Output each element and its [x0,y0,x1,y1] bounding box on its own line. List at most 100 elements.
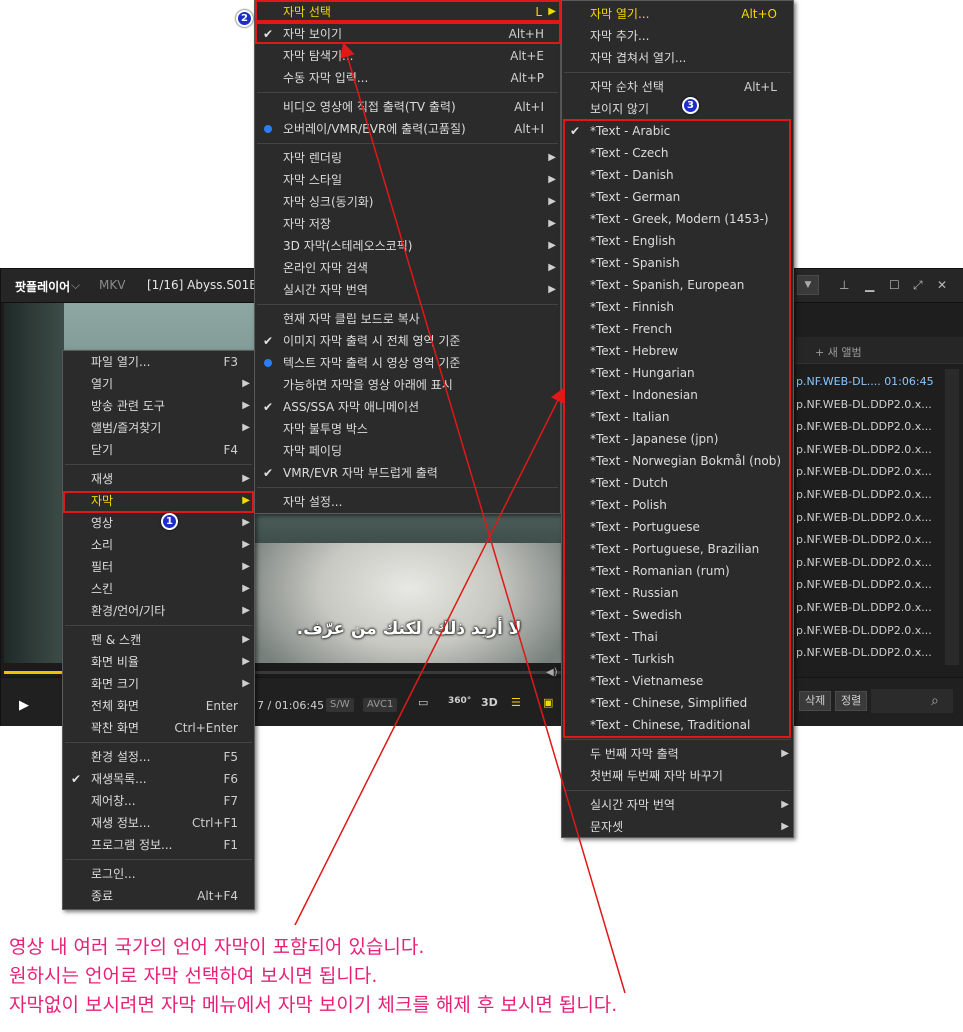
menu1-item[interactable]: 팬 & 스캔 ▶ [63,629,254,651]
menu2-item[interactable]: 3D 자막(스테레오스코픽) ▶ [255,235,560,257]
menu2-item[interactable]: 비디오 영상에 직접 출력(TV 출력) Alt+I [255,96,560,118]
menu1-item[interactable]: 소리 ▶ [63,534,254,556]
menu2-item[interactable]: 자막 불투명 박스 [255,418,560,440]
annotation-line-2: 원하시는 언어로 자막 선택하여 보시면 됩니다. [9,965,378,987]
maximize-icon[interactable]: ☐ [889,278,900,292]
minimize-icon[interactable]: ▁ [865,278,874,292]
menu1-item[interactable]: 제어창... F7 [63,790,254,812]
playlist-row[interactable]: p.NF.WEB-DL.DDP2.0.x... [795,552,944,574]
menu2-item[interactable]: 자막 탐색기... Alt+E [255,45,560,67]
menu1-item[interactable]: 환경 설정... F5 [63,746,254,768]
menu3-item[interactable]: 보이지 않기 [562,98,793,120]
menu3-item[interactable]: 자막 추가... [562,25,793,47]
playlist-search-input[interactable] [871,689,953,713]
pin-icon[interactable]: ⊥ [839,278,849,292]
menu1-item[interactable]: 환경/언어/기타 ▶ [63,600,254,622]
subtitle-search-icon[interactable]: ☰ [511,696,521,709]
playlist-row[interactable]: p.NF.WEB-DL.DDP2.0.x... [795,529,944,551]
time-display: 7 / 01:06:45 [257,699,325,712]
window-controls: ⊥ ▁ ☐ ⤢ ✕ [839,278,954,294]
menu1-item[interactable]: 필터 ▶ [63,556,254,578]
menu1-item[interactable]: 프로그램 정보... F1 [63,834,254,856]
menu2-item[interactable]: 수동 자막 입력... Alt+P [255,67,560,89]
fullscreen-icon[interactable]: ⤢ [913,278,923,293]
menu3-item[interactable]: 실시간 자막 번역 ▶ [562,794,793,816]
play-icon[interactable]: ▶ [19,698,29,713]
playlist-row[interactable]: p.NF.WEB-DL.DDP2.0.x... [795,507,944,529]
menu2-item[interactable]: 자막 페이딩 [255,440,560,462]
menu1-item[interactable]: 꽉찬 화면 Ctrl+Enter [63,717,254,739]
stereo3d-icon[interactable]: 3D [481,696,498,709]
menu2-item[interactable]: ✔ 이미지 자막 출력 시 전체 영역 기준 [255,330,560,352]
new-album-button[interactable]: + 새 앨범 [815,344,862,360]
menu-item-label: 현재 자막 클립 보드로 복사 [283,312,420,326]
playlist-row[interactable]: p.NF.WEB-DL.DDP2.0.x... [795,484,944,506]
menu1-item[interactable]: 스킨 ▶ [63,578,254,600]
step-badge-3: 3 [682,97,699,114]
subtitle-toggle-icon[interactable]: ▣ [543,696,553,709]
playlist-row[interactable]: p.NF.WEB-DL.DDP2.0.x... [795,620,944,642]
menu1-item[interactable]: 전체 화면 Enter [63,695,254,717]
menu1-item[interactable]: 열기 ▶ [63,373,254,395]
menu1-item[interactable]: 화면 비율 ▶ [63,651,254,673]
menu1-item[interactable]: 종료 Alt+F4 [63,885,254,907]
menu-item-label: 자막 페이딩 [283,444,343,458]
menu1-item[interactable]: 앨범/즐겨찾기 ▶ [63,417,254,439]
menu3-item[interactable]: 문자셋 ▶ [562,816,793,838]
menu3-item[interactable]: 첫번째 두번째 자막 바꾸기 [562,765,793,787]
playlist-row[interactable]: p.NF.WEB-DL.DDP2.0.x... [795,574,944,596]
menu2-item[interactable]: 현재 자막 클립 보드로 복사 [255,308,560,330]
menu2-item[interactable]: 가능하면 자막을 영상 아래에 표시 [255,374,560,396]
chevron-down-icon[interactable]: ⌵ [71,278,80,293]
menu1-item[interactable]: 파일 열기... F3 [63,351,254,373]
submenu-arrow-icon: ▶ [242,378,250,389]
menu1-item[interactable]: 화면 크기 ▶ [63,673,254,695]
playlist-row[interactable]: p.NF.WEB-DL.DDP2.0.x... [795,439,944,461]
menu1-item[interactable]: 닫기 F4 [63,439,254,461]
menu2-item[interactable]: 오버레이/VMR/EVR에 출력(고품질) Alt+I [255,118,560,140]
menu-item-shortcut: Alt+L [744,80,777,94]
menu2-item[interactable]: 자막 설정... [255,491,560,513]
menu-separator [65,742,252,743]
menu-item-shortcut: Alt+I [514,122,544,136]
menu1-item[interactable]: 로그인... [63,863,254,885]
menu2-item[interactable]: 실시간 자막 번역 ▶ [255,279,560,301]
menu3-item[interactable]: 자막 겹쳐서 열기... [562,47,793,69]
menu1-item[interactable]: 재생 정보... Ctrl+F1 [63,812,254,834]
codec-tag[interactable]: AVC1 [363,698,398,712]
playlist-row[interactable]: p.NF.WEB-DL.DDP2.0.x... [795,461,944,483]
menu1-item[interactable]: ✔ 재생목록... F6 [63,768,254,790]
playlist-row[interactable]: p.NF.WEB-DL.DDP2.0.x... [795,416,944,438]
renderer-tag[interactable]: S/W [326,698,354,712]
menu2-item[interactable]: ✔ VMR/EVR 자막 부드럽게 출력 [255,462,560,484]
menu2-item[interactable]: 자막 저장 ▶ [255,213,560,235]
menu3-item[interactable]: 자막 열기... Alt+O [562,3,793,25]
close-icon[interactable]: ✕ [937,278,947,292]
menu3-item[interactable]: 두 번째 자막 출력 ▶ [562,743,793,765]
vr360-icon[interactable]: 360° [448,696,471,706]
playlist-row[interactable]: p.NF.WEB-DL.DDP2.0.x... [795,394,944,416]
menu2-item[interactable]: 자막 싱크(동기화) ▶ [255,191,560,213]
playlist-scrollbar[interactable] [945,369,959,665]
airplay-icon[interactable]: ▭ [418,696,428,709]
menu1-item[interactable]: 방송 관련 도구 ▶ [63,395,254,417]
menu2-item[interactable]: 텍스트 자막 출력 시 영상 영역 기준 [255,352,560,374]
delete-button[interactable]: 삭제 [799,691,832,711]
playlist-row[interactable]: p.NF.WEB-DL.DDP2.0.x... [795,642,944,664]
playlist-row[interactable]: p.NF.WEB-DL.DDP2.0.x... [795,597,944,619]
menu2-item[interactable]: 온라인 자막 검색 ▶ [255,257,560,279]
search-icon[interactable]: ⌕ [931,693,939,709]
app-brand-menu[interactable]: 팟플레이어 [15,278,70,295]
menu1-item[interactable]: 재생 ▶ [63,468,254,490]
menu-item-label: 이미지 자막 출력 시 전체 영역 기준 [283,334,461,348]
playlist-row[interactable]: p.NF.WEB-DL.... 01:06:45 [795,371,944,393]
menu3-item[interactable]: 자막 순차 선택 Alt+L [562,76,793,98]
menu2-item[interactable]: 자막 렌더링 ▶ [255,147,560,169]
menu2-item[interactable]: ✔ ASS/SSA 자막 애니메이션 [255,396,560,418]
menu1-item[interactable]: 영상 ▶ [63,512,254,534]
menu2-item[interactable]: 자막 스타일 ▶ [255,169,560,191]
sort-button[interactable]: 정렬 [835,691,868,711]
submenu-arrow-icon: ▶ [242,473,250,484]
dropdown-arrow-icon[interactable]: ▼ [797,275,819,295]
menu-item-label: 팬 & 스캔 [91,633,142,647]
